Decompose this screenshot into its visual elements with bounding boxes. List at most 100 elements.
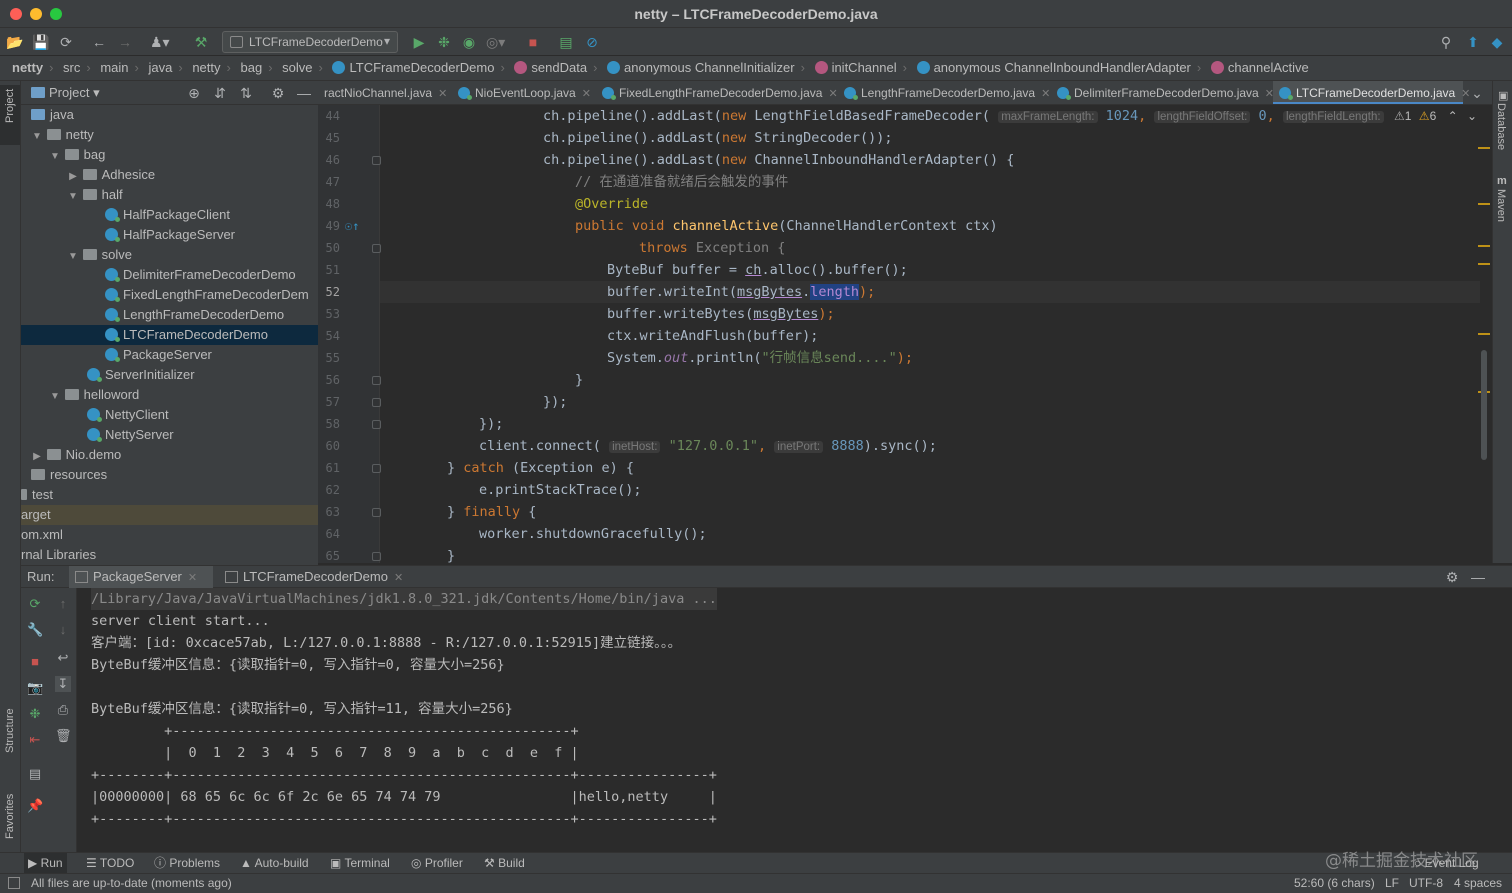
project-tool-button[interactable]: Project xyxy=(4,89,16,123)
code-editor[interactable]: 44 45 46 47 48 49 50 51 52 53 54 55 56 57 58 60 61 62 63 64… xyxy=(318,105,1492,563)
tree-item-bag[interactable]: ▼ bag xyxy=(21,145,318,165)
tree-item-halfpackageclient[interactable]: HalfPackageClient xyxy=(21,205,318,225)
arrow-down-icon[interactable]: ↓ xyxy=(55,622,71,638)
tree-item-nettyclient[interactable]: NettyClient xyxy=(21,405,318,425)
chevron-right-icon[interactable]: ▶ xyxy=(31,447,43,467)
stop-icon[interactable]: ■ xyxy=(27,654,43,670)
file-encoding[interactable]: UTF-8 xyxy=(1409,874,1443,893)
tool-profiler[interactable]: ◎ Profiler xyxy=(407,853,467,873)
fold-marker[interactable] xyxy=(372,552,381,561)
tool-build[interactable]: ⚒ Build xyxy=(480,853,529,873)
chart-icon[interactable]: ▤ xyxy=(557,33,575,51)
tree-item-half[interactable]: ▼ half xyxy=(21,185,318,205)
tree-item-pom-xml[interactable]: om.xml xyxy=(21,525,318,545)
tree-item-nettyserver[interactable]: NettyServer xyxy=(21,425,318,445)
gear-icon[interactable]: ⚙ xyxy=(1443,568,1461,586)
soft-wrap-icon[interactable]: ↩ xyxy=(55,650,71,666)
plugin-icon[interactable]: ◆ xyxy=(1488,33,1506,51)
layout-icon[interactable]: ▤ xyxy=(27,766,43,782)
breadcrumb-initchannel[interactable]: initChannel xyxy=(832,56,897,80)
run-icon[interactable]: ▶ xyxy=(410,33,428,51)
inspection-widget[interactable]: ⚠1 ⚠6 ⌃ ⌄ xyxy=(1390,109,1482,123)
chevron-up-icon[interactable]: ⌃ xyxy=(1448,109,1458,123)
tree-item-external-libraries[interactable]: rnal Libraries xyxy=(21,545,318,565)
close-icon[interactable]: ✕ xyxy=(828,88,837,100)
console-output[interactable]: /Library/Java/JavaVirtualMachines/jdk1.8… xyxy=(83,588,1503,853)
exit-icon[interactable]: ⇤ xyxy=(27,732,43,748)
close-icon[interactable]: ✕ xyxy=(188,572,197,584)
tree-item-nio-demo[interactable]: ▶ Nio.demo xyxy=(21,445,318,465)
breadcrumb-main[interactable]: main xyxy=(100,56,128,80)
debug-icon[interactable]: ❉ xyxy=(27,706,43,722)
locate-icon[interactable]: ⊕ xyxy=(185,84,203,102)
caret-position[interactable]: 52:60 (6 chars) xyxy=(1294,874,1375,893)
tool-problems[interactable]: ⓘ Problems xyxy=(150,853,224,873)
run-configuration-select[interactable]: LTCFrameDecoderDemo ▾ xyxy=(222,31,398,53)
update-icon[interactable]: ⬆ xyxy=(1464,33,1482,51)
indent-setting[interactable]: 4 spaces xyxy=(1454,874,1502,893)
breadcrumb-solve[interactable]: solve xyxy=(282,56,312,80)
tab-fixedlengthframedecoderdemo[interactable]: FixedLengthFrameDecoderDemo.java ✕ xyxy=(596,81,838,104)
search-icon[interactable]: ⚲ xyxy=(1437,33,1455,51)
override-gutter-icon[interactable]: ☉↑ xyxy=(345,219,359,233)
scroll-to-end-icon[interactable]: ↧ xyxy=(55,676,71,692)
chevron-down-icon[interactable]: ▼ xyxy=(49,147,61,167)
open-folder-icon[interactable]: 📂 xyxy=(6,33,24,51)
expand-all-icon[interactable]: ⇵ xyxy=(211,84,229,102)
run-tab-packageserver[interactable]: PackageServer ✕ xyxy=(69,566,213,588)
tree-item-ltcframedecoderdemo[interactable]: LTCFrameDecoderDemo xyxy=(21,325,318,345)
gear-icon[interactable]: ⚙ xyxy=(269,84,287,102)
tab-abstractniochannel[interactable]: ractNioChannel.java ✕ xyxy=(318,81,452,104)
close-icon[interactable]: ✕ xyxy=(438,88,447,100)
arrow-up-icon[interactable]: ↑ xyxy=(55,596,71,612)
back-icon[interactable]: ← xyxy=(90,33,108,51)
structure-tool-button[interactable]: Structure xyxy=(4,708,16,753)
tree-item-halfpackageserver[interactable]: HalfPackageServer xyxy=(21,225,318,245)
breadcrumb-src[interactable]: src xyxy=(63,56,80,80)
save-all-icon[interactable]: 💾 xyxy=(32,33,50,51)
chevron-down-icon[interactable]: ▼ xyxy=(49,387,61,407)
breadcrumb-channelactive[interactable]: channelActive xyxy=(1228,56,1309,80)
tab-lengthframedecoderdemo[interactable]: LengthFrameDecoderDemo.java ✕ xyxy=(838,81,1051,104)
tree-item-resources[interactable]: resources xyxy=(21,465,318,485)
debug-icon[interactable]: ❉ xyxy=(435,33,453,51)
close-icon[interactable]: ✕ xyxy=(1041,88,1050,100)
fold-marker[interactable] xyxy=(372,376,381,385)
collapse-all-icon[interactable]: ⇅ xyxy=(237,84,255,102)
tree-item-delimiterframedecoderdemo[interactable]: DelimiterFrameDecoderDemo xyxy=(21,265,318,285)
vcs-user-icon[interactable]: ♟▾ xyxy=(150,33,170,51)
tree-item-target[interactable]: arget xyxy=(21,505,318,525)
breadcrumb-channel-initializer[interactable]: anonymous ChannelInitializer xyxy=(624,56,795,80)
tree-item-serverinitializer[interactable]: ServerInitializer xyxy=(21,365,318,385)
wrench-icon[interactable]: 🔧 xyxy=(27,622,43,638)
fold-marker[interactable] xyxy=(372,508,381,517)
tab-delimiterframedecoderdemo[interactable]: DelimiterFrameDecoderDemo.java ✕ xyxy=(1051,81,1274,104)
maven-tool-button[interactable]: Maven xyxy=(1495,189,1507,222)
line-separator[interactable]: LF xyxy=(1385,874,1399,893)
run-tab-ltcframedecoderdemo[interactable]: LTCFrameDecoderDemo ✕ xyxy=(219,566,415,588)
tool-todo[interactable]: ☰ TODO xyxy=(82,853,138,873)
build-hammer-icon[interactable]: ⚒ xyxy=(192,33,210,51)
sync-icon[interactable]: ⟳ xyxy=(57,33,75,51)
breadcrumb-project[interactable]: netty xyxy=(12,56,43,80)
tool-auto-build[interactable]: ▲ Auto-build xyxy=(236,853,313,873)
chevron-right-icon[interactable]: ▶ xyxy=(67,167,79,187)
no-entry-icon[interactable]: ⊘ xyxy=(583,33,601,51)
tree-item-lengthframedecoderdemo[interactable]: LengthFrameDecoderDemo xyxy=(21,305,318,325)
project-view-select[interactable]: Project ▾ xyxy=(49,85,100,101)
breadcrumb-java[interactable]: java xyxy=(149,56,173,80)
editor-scrollbar-marks[interactable] xyxy=(1476,105,1492,563)
tree-item-netty[interactable]: ▼ netty xyxy=(21,125,318,145)
profile-icon[interactable]: ◎▾ xyxy=(486,33,505,51)
fold-marker[interactable] xyxy=(372,398,381,407)
forward-icon[interactable]: → xyxy=(116,33,134,51)
breadcrumb-class[interactable]: LTCFrameDecoderDemo xyxy=(349,56,494,80)
close-icon[interactable]: ✕ xyxy=(582,88,591,100)
tree-item-adhesice[interactable]: ▶ Adhesice xyxy=(21,165,318,185)
chevron-down-icon[interactable]: ▼ xyxy=(67,187,79,207)
trash-icon[interactable]: 🗑 xyxy=(55,728,72,744)
chevron-down-icon[interactable]: ⌄ xyxy=(1468,84,1486,102)
tab-ltcframedecoderdemo[interactable]: LTCFrameDecoderDemo.java ✕ xyxy=(1273,81,1470,104)
toggle-tool-windows-icon[interactable] xyxy=(8,877,20,889)
tree-item-fixedlengthframedecoderdemo[interactable]: FixedLengthFrameDecoderDem xyxy=(21,285,318,305)
